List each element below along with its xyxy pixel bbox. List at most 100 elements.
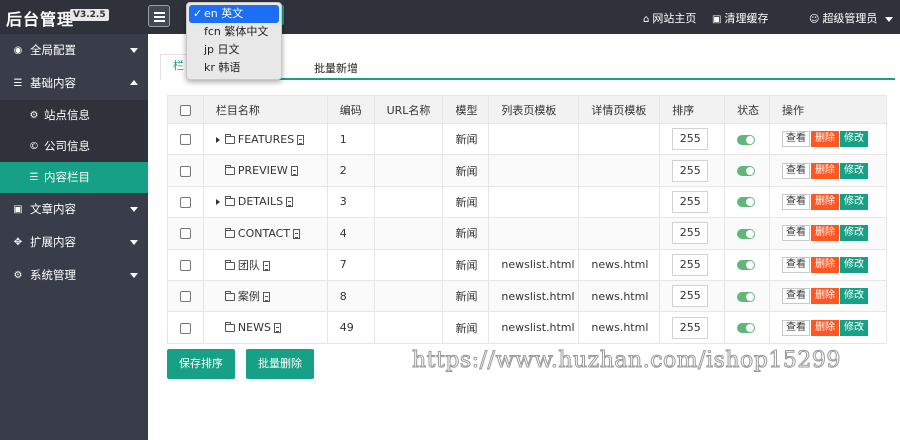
view-button[interactable]: 查看 <box>782 193 811 210</box>
edit-button[interactable]: 修改 <box>840 131 869 148</box>
view-button[interactable]: 查看 <box>782 256 811 273</box>
col-header-url: URL名称 <box>373 95 444 124</box>
delete-button[interactable]: 删除 <box>811 225 840 242</box>
view-button[interactable]: 查看 <box>782 131 811 148</box>
status-toggle[interactable] <box>737 166 756 177</box>
row-checkbox[interactable] <box>180 196 191 208</box>
delete-button[interactable]: 删除 <box>811 319 840 336</box>
status-toggle[interactable] <box>737 228 756 239</box>
batch-delete-button[interactable]: 批量删除 <box>246 349 314 379</box>
sort-input[interactable]: 255 <box>672 128 709 151</box>
caret-down-icon <box>130 240 138 245</box>
edit-button[interactable]: 修改 <box>840 319 869 336</box>
sort-input[interactable]: 255 <box>672 285 709 308</box>
row-checkbox[interactable] <box>180 134 191 146</box>
language-option-fcn[interactable]: fcn 繁体中文 <box>187 23 281 41</box>
row-checkbox[interactable] <box>180 322 191 334</box>
code-cell: 4 <box>326 217 375 250</box>
sidebar-item-company-info[interactable]: © 公司信息 <box>0 131 148 162</box>
sidebar-item-site-info[interactable]: ⚙ 站点信息 <box>0 100 148 131</box>
menu-toggle-button[interactable] <box>148 5 170 27</box>
select-all-checkbox[interactable] <box>180 104 191 116</box>
sidebar-item-articles[interactable]: ▣ 文章内容 <box>0 193 148 226</box>
name-cell: PREVIEW <box>202 154 328 187</box>
edit-button[interactable]: 修改 <box>840 193 869 210</box>
expand-arrow-icon[interactable] <box>215 199 220 206</box>
document-icon <box>262 292 270 303</box>
status-toggle[interactable] <box>737 197 756 208</box>
sidebar-item-system[interactable]: ⚙ 系统管理 <box>0 259 148 292</box>
row-select-cell <box>167 217 204 250</box>
view-button[interactable]: 查看 <box>782 288 811 305</box>
sidebar-item-extensions[interactable]: ✥ 扩展内容 <box>0 226 148 259</box>
delete-button[interactable]: 删除 <box>811 288 840 305</box>
delete-button[interactable]: 删除 <box>811 193 840 210</box>
list-template-cell: newslist.html <box>488 311 580 344</box>
row-select-cell <box>167 311 204 344</box>
language-option-jp[interactable]: jp 日文 <box>187 41 281 59</box>
save-sort-button[interactable]: 保存排序 <box>167 349 235 379</box>
clear-cache-link[interactable]: ▣ 清理缓存 <box>712 10 768 26</box>
detail-template-cell: news.html <box>578 279 661 313</box>
code-cell: 3 <box>326 185 375 219</box>
view-button[interactable]: 查看 <box>782 225 811 242</box>
select-all-header <box>167 95 204 124</box>
globe-icon: ◉ <box>13 45 23 56</box>
row-checkbox[interactable] <box>180 259 191 271</box>
row-checkbox[interactable] <box>180 291 191 303</box>
language-option-kr[interactable]: kr 韩语 <box>187 59 281 77</box>
sort-input[interactable]: 255 <box>672 316 709 339</box>
delete-button[interactable]: 删除 <box>811 162 840 179</box>
tab-batch-add[interactable]: 批量新增 <box>314 58 358 82</box>
sort-input[interactable]: 255 <box>672 190 709 213</box>
edit-button[interactable]: 修改 <box>840 162 869 179</box>
language-option-en[interactable]: ✓ en 英文 <box>189 5 279 23</box>
status-toggle[interactable] <box>737 323 756 334</box>
sort-input[interactable]: 255 <box>672 253 709 276</box>
url-cell <box>373 154 444 187</box>
status-cell <box>724 122 771 156</box>
row-checkbox[interactable] <box>180 165 191 177</box>
col-header-code: 编码 <box>326 95 375 124</box>
detail-template-cell: news.html <box>578 311 661 344</box>
actions-cell: 查看 删除 修改 <box>769 217 887 250</box>
columns-table: 栏目名称 编码 URL名称 模型 列表页模板 详情页模板 排序 状态 操作 FE… <box>167 95 887 344</box>
status-toggle[interactable] <box>737 260 756 271</box>
row-checkbox[interactable] <box>180 228 191 240</box>
model-cell: 新闻 <box>442 154 490 187</box>
actions-cell: 查看 删除 修改 <box>769 248 887 281</box>
status-toggle[interactable] <box>737 291 756 302</box>
site-home-link[interactable]: ⌂ 网站主页 <box>643 10 696 26</box>
url-cell <box>373 217 444 250</box>
status-toggle[interactable] <box>737 134 756 145</box>
col-header-list-template: 列表页模板 <box>488 95 580 124</box>
name-cell: NEWS <box>202 311 328 344</box>
code-cell: 49 <box>326 311 375 344</box>
sidebar-item-basic-content[interactable]: ☰ 基础内容 <box>0 67 148 100</box>
delete-button[interactable]: 删除 <box>811 256 840 273</box>
sidebar-item-content-columns[interactable]: ☰ 内容栏目 <box>0 162 148 193</box>
sort-input[interactable]: 255 <box>672 159 709 182</box>
col-header-actions: 操作 <box>769 95 887 124</box>
view-button[interactable]: 查看 <box>782 319 811 336</box>
sort-input[interactable]: 255 <box>672 222 709 245</box>
document-icon <box>262 260 270 271</box>
user-menu[interactable]: ☺ 超级管理员 <box>809 10 893 26</box>
name-cell: 案例 <box>202 279 328 313</box>
status-cell <box>724 217 771 250</box>
actions-cell: 查看 删除 修改 <box>769 154 887 187</box>
edit-button[interactable]: 修改 <box>840 225 869 242</box>
list-template-cell: newslist.html <box>488 279 580 313</box>
model-cell: 新闻 <box>442 185 490 219</box>
top-header: 后台管理 V3.2.5 ⌂ 网站主页 ▣ 清理缓存 ☺ 超级管理员 <box>0 0 900 34</box>
edit-button[interactable]: 修改 <box>840 288 869 305</box>
delete-button[interactable]: 删除 <box>811 131 840 148</box>
caret-up-icon <box>130 80 138 85</box>
sidebar-item-global-config[interactable]: ◉ 全局配置 <box>0 34 148 67</box>
expand-icon: ✥ <box>13 237 23 248</box>
view-button[interactable]: 查看 <box>782 162 811 179</box>
edit-button[interactable]: 修改 <box>840 256 869 273</box>
col-header-detail-template: 详情页模板 <box>578 95 661 124</box>
expand-arrow-icon[interactable] <box>215 136 220 143</box>
detail-template-cell: news.html <box>578 248 661 281</box>
